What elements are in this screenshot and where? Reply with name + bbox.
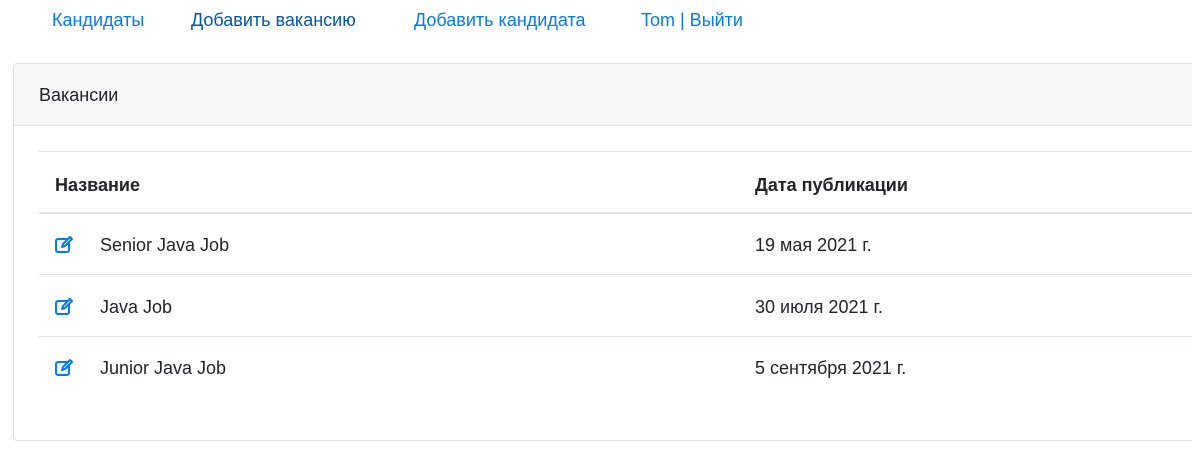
- top-nav: Кандидаты Добавить вакансию Добавить кан…: [0, 0, 1192, 40]
- vacancy-name: Junior Java Job: [100, 358, 227, 378]
- table-top-border: [39, 151, 1192, 152]
- nav-link-candidates[interactable]: Кандидаты: [52, 9, 144, 31]
- card-title: Вакансии: [39, 85, 119, 105]
- nav-link-user-logout[interactable]: Tom | Выйти: [641, 9, 743, 31]
- vacancies-card: Вакансии Название Дата публикации Senior…: [13, 63, 1192, 441]
- edit-icon[interactable]: [54, 297, 74, 317]
- vacancy-name: Senior Java Job: [100, 235, 230, 255]
- nav-link-add-vacancy[interactable]: Добавить вакансию: [191, 9, 356, 31]
- edit-icon[interactable]: [54, 358, 74, 378]
- row-divider: [39, 274, 1192, 275]
- row-divider: [39, 336, 1192, 337]
- edit-icon[interactable]: [54, 235, 74, 255]
- table-header-border: [39, 212, 1192, 214]
- card-header: Вакансии: [14, 64, 1192, 126]
- vacancy-name: Java Job: [100, 297, 173, 317]
- vacancy-date: 19 мая 2021 г.: [755, 235, 872, 255]
- column-header-date: Дата публикации: [755, 175, 908, 195]
- vacancy-date: 30 июля 2021 г.: [755, 297, 883, 317]
- vacancy-date: 5 сентября 2021 г.: [755, 358, 907, 378]
- column-header-name: Название: [55, 175, 140, 195]
- nav-link-add-candidate[interactable]: Добавить кандидата: [414, 9, 586, 31]
